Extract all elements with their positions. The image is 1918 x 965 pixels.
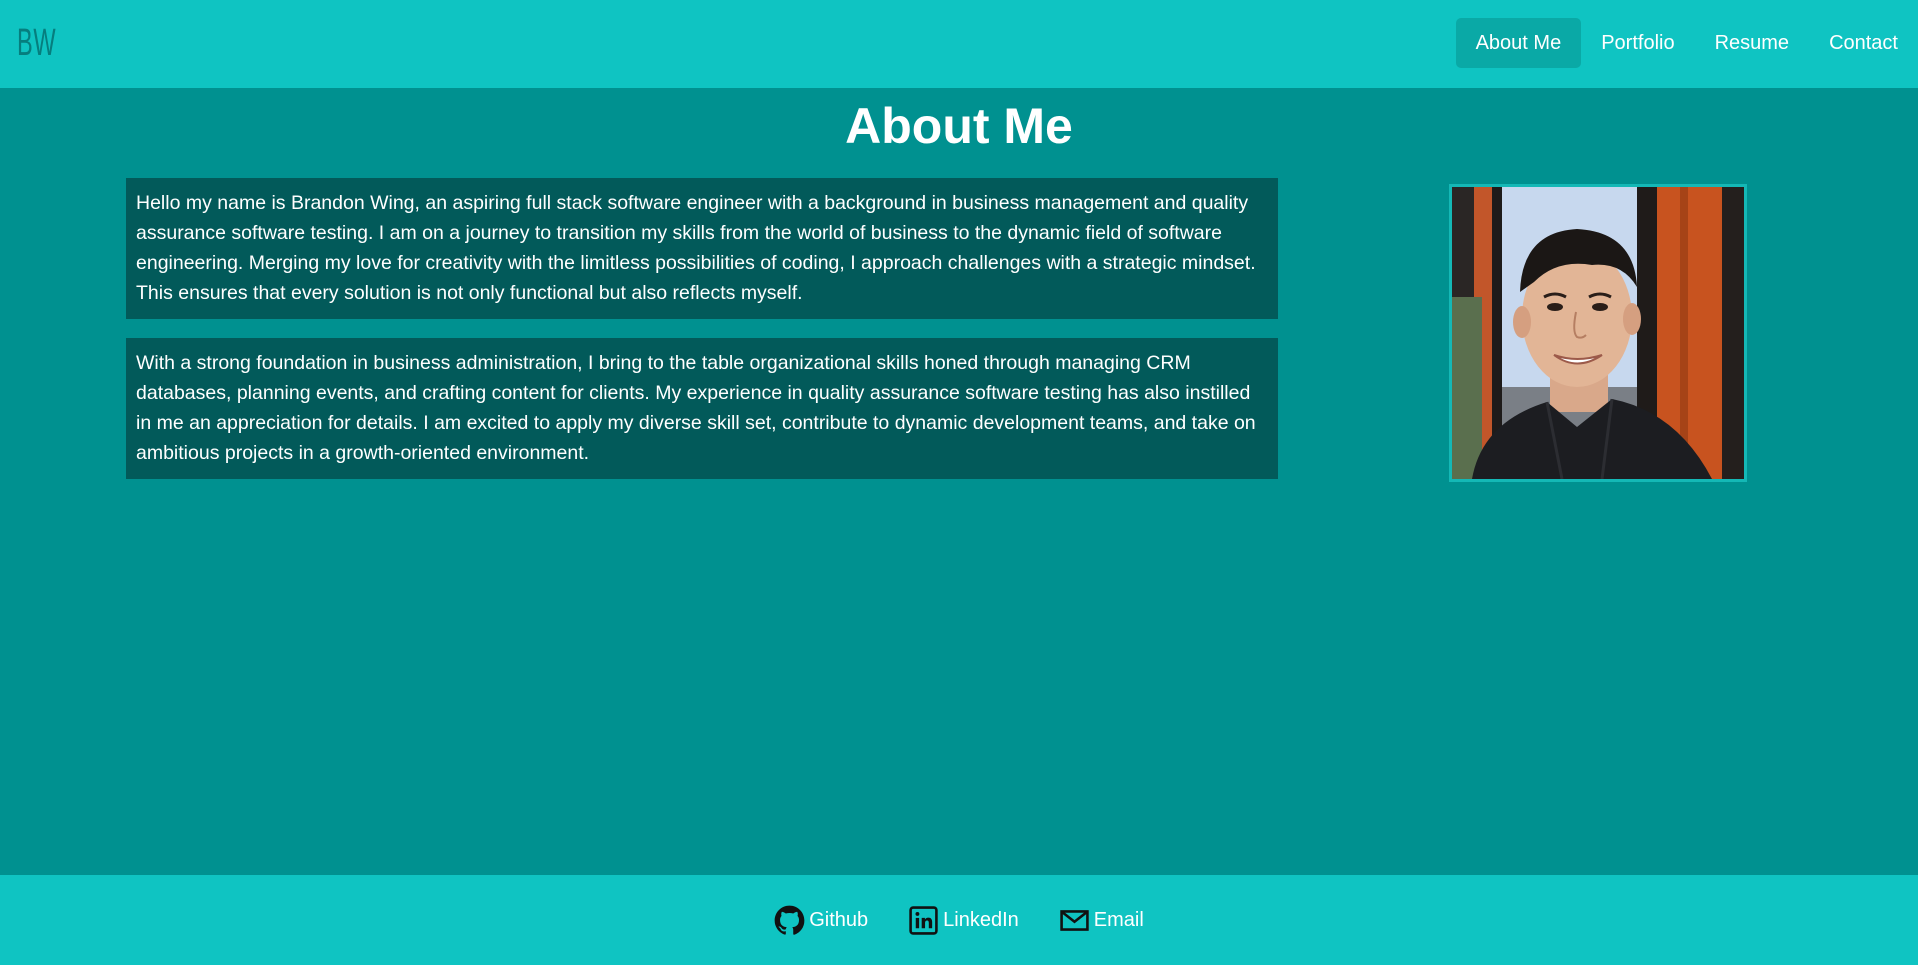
profile-photo [1449, 184, 1747, 482]
footer-link-github[interactable]: Github [774, 905, 868, 936]
footer-link-label: Github [809, 908, 869, 931]
site-logo[interactable]: BW [17, 23, 56, 63]
footer-link-linkedin[interactable]: LinkedIn [908, 905, 1019, 936]
footer-link-label: Email [1093, 908, 1144, 931]
about-paragraph-intro: Hello my name is Brandon Wing, an aspiri… [126, 178, 1278, 319]
footer-link-label: LinkedIn [943, 908, 1019, 931]
site-footer: Github LinkedIn Email [0, 875, 1918, 965]
page-title: About Me [845, 98, 1073, 154]
linkedin-icon [908, 905, 939, 936]
email-icon [1059, 905, 1090, 936]
profile-photo-image [1452, 187, 1744, 479]
about-section: About Me Hello my name is Brandon Wing, … [0, 88, 1918, 875]
footer-link-email[interactable]: Email [1059, 905, 1144, 936]
nav-item-contact[interactable]: Contact [1809, 18, 1918, 68]
nav-item-resume[interactable]: Resume [1695, 18, 1809, 68]
nav-item-portfolio[interactable]: Portfolio [1581, 18, 1694, 68]
github-icon [774, 905, 805, 936]
about-paragraph-background: With a strong foundation in business adm… [126, 338, 1278, 479]
site-header: BW About Me Portfolio Resume Contact [0, 0, 1918, 88]
footer-links: Github LinkedIn Email [754, 905, 1164, 936]
nav-item-about-me[interactable]: About Me [1455, 18, 1582, 68]
main-nav: About Me Portfolio Resume Contact [1455, 18, 1918, 68]
